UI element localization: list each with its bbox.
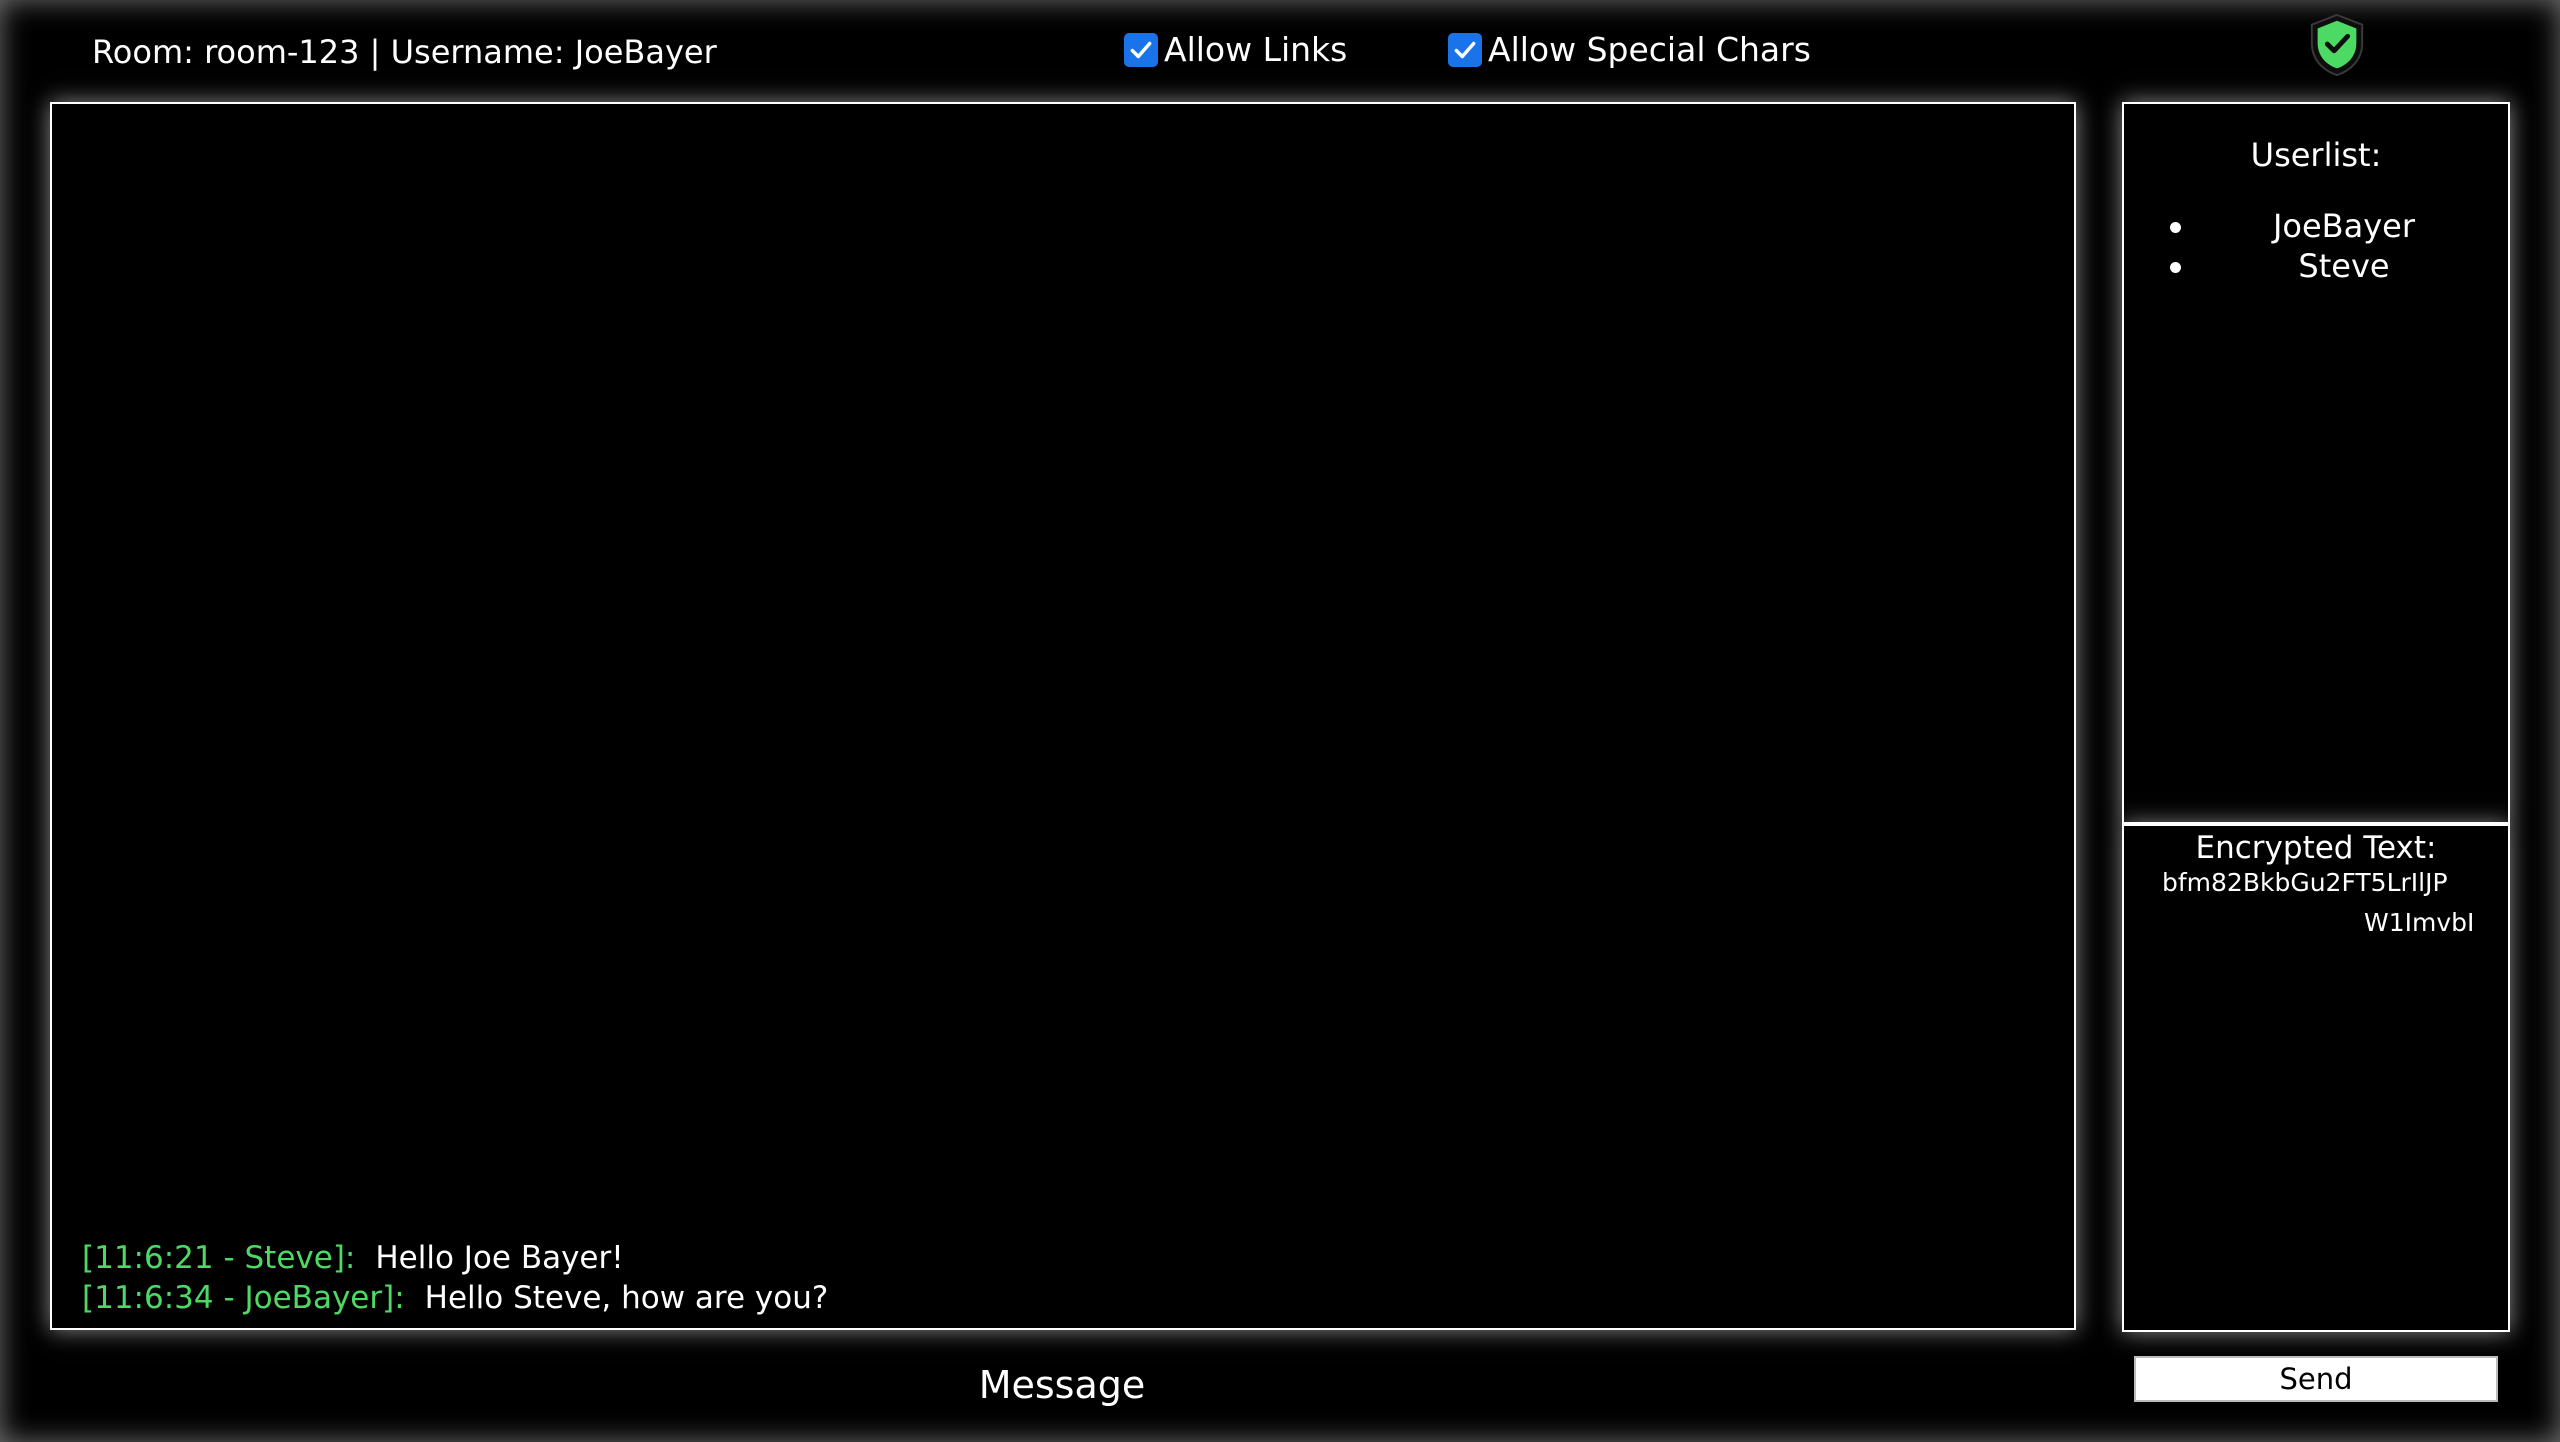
bullet-icon: [2170, 262, 2181, 273]
checkmark-icon: [1130, 41, 1152, 59]
message-meta: [11:6:21 - Steve]:: [82, 1240, 356, 1276]
shield-check-icon[interactable]: [2306, 12, 2368, 78]
user-list: JoeBayer Steve: [2124, 206, 2508, 286]
chat-log[interactable]: [11:6:21 - Steve]: Hello Joe Bayer! [11:6…: [50, 102, 2076, 1330]
bullet-icon: [2170, 222, 2181, 233]
message-text: Hello Steve, how are you?: [424, 1280, 829, 1316]
allow-links-checkbox[interactable]: [1124, 33, 1158, 67]
message-list: [11:6:21 - Steve]: Hello Joe Bayer! [11:6…: [82, 1238, 828, 1318]
allow-links-label: Allow Links: [1164, 30, 1348, 69]
message-input[interactable]: [52, 1356, 2072, 1414]
encrypted-text-title: Encrypted Text:: [2195, 830, 2437, 866]
allow-special-chars-checkbox[interactable]: [1448, 33, 1482, 67]
list-item: JoeBayer: [2124, 206, 2508, 246]
chat-message: [11:6:21 - Steve]: Hello Joe Bayer!: [82, 1238, 828, 1278]
message-meta: [11:6:34 - JoeBayer]:: [82, 1280, 405, 1316]
user-name: JoeBayer: [2272, 207, 2416, 245]
send-button[interactable]: Send: [2134, 1356, 2498, 1402]
message-text: Hello Joe Bayer!: [375, 1240, 624, 1276]
room-user-info: Room: room-123 | Username: JoeBayer: [92, 33, 717, 71]
list-item: Steve: [2124, 246, 2508, 286]
encrypted-text-panel: Encrypted Text: bfm82BkbGu2FT5LrIlJP W1I…: [2122, 824, 2510, 1332]
userlist-title: Userlist:: [2250, 136, 2382, 174]
chat-app: Room: room-123 | Username: JoeBayer Allo…: [0, 0, 2560, 1442]
chat-message: [11:6:34 - JoeBayer]: Hello Steve, how ar…: [82, 1278, 828, 1318]
allow-special-chars-label: Allow Special Chars: [1488, 30, 1811, 69]
checkmark-icon: [1454, 41, 1476, 59]
userlist-panel: Userlist: JoeBayer Steve: [2122, 102, 2510, 824]
user-name: Steve: [2298, 247, 2390, 285]
encrypted-text-line: bfm82BkbGu2FT5LrIlJP: [2162, 868, 2448, 897]
encrypted-text-line: W1ImvbI: [2364, 908, 2474, 937]
allow-links-toggle[interactable]: Allow Links: [1124, 28, 1347, 72]
allow-special-chars-toggle[interactable]: Allow Special Chars: [1448, 28, 1811, 72]
